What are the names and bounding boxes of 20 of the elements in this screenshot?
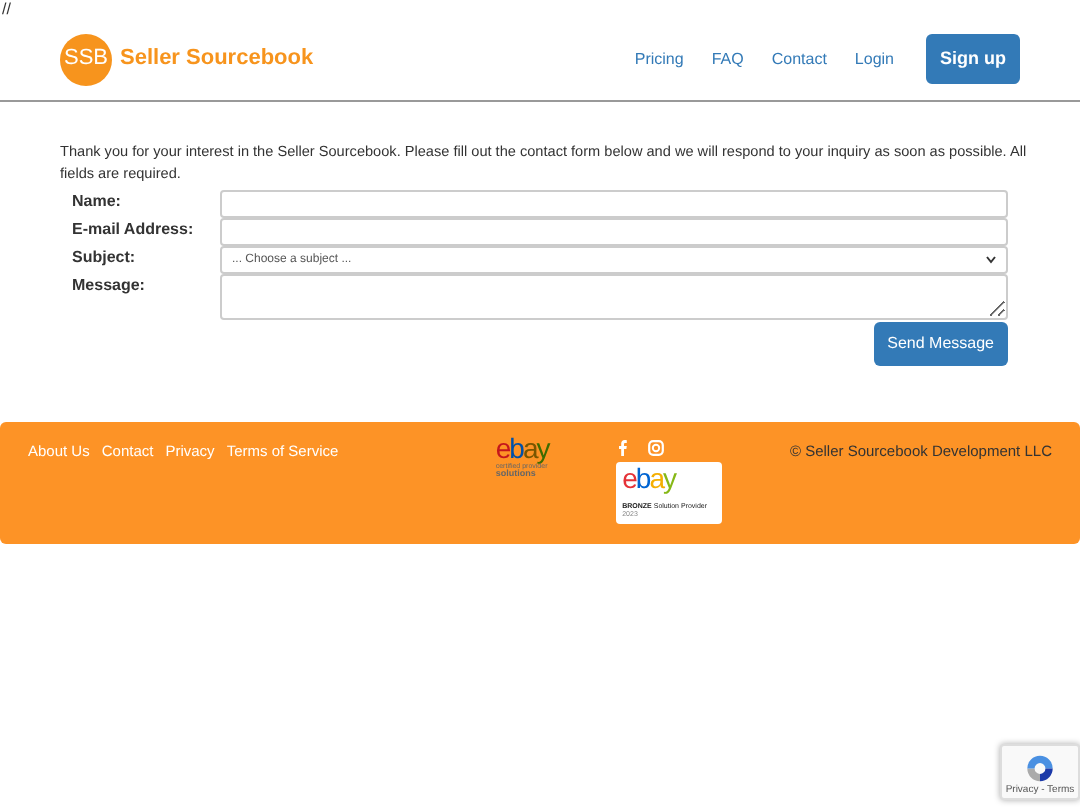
ebay-logo: ebay <box>622 466 678 492</box>
input-field[interactable] <box>220 218 1008 246</box>
nav-link[interactable]: FAQ <box>711 47 744 71</box>
nav-link[interactable]: Pricing <box>634 47 684 71</box>
nav-link[interactable]: Login <box>854 47 894 71</box>
field-label: Message: <box>70 274 147 298</box>
page-text: // <box>0 0 13 18</box>
message-field[interactable] <box>220 274 1008 320</box>
ebay-logo: ebay <box>495 436 549 462</box>
input-field[interactable] <box>220 190 1008 218</box>
recaptcha-icon <box>1024 754 1056 783</box>
chevron-icon <box>986 256 996 264</box>
instagram-icon[interactable] <box>648 440 665 456</box>
send-button[interactable]: Send Message <box>873 322 1008 366</box>
signup-button[interactable]: Sign up <box>926 33 1020 85</box>
field-label: Subject: <box>70 246 138 270</box>
field-label: E-mail Address: <box>70 218 196 242</box>
facebook-icon[interactable] <box>618 440 629 456</box>
field-label: Name: <box>70 190 123 214</box>
nav-link[interactable]: Contact <box>771 47 827 71</box>
